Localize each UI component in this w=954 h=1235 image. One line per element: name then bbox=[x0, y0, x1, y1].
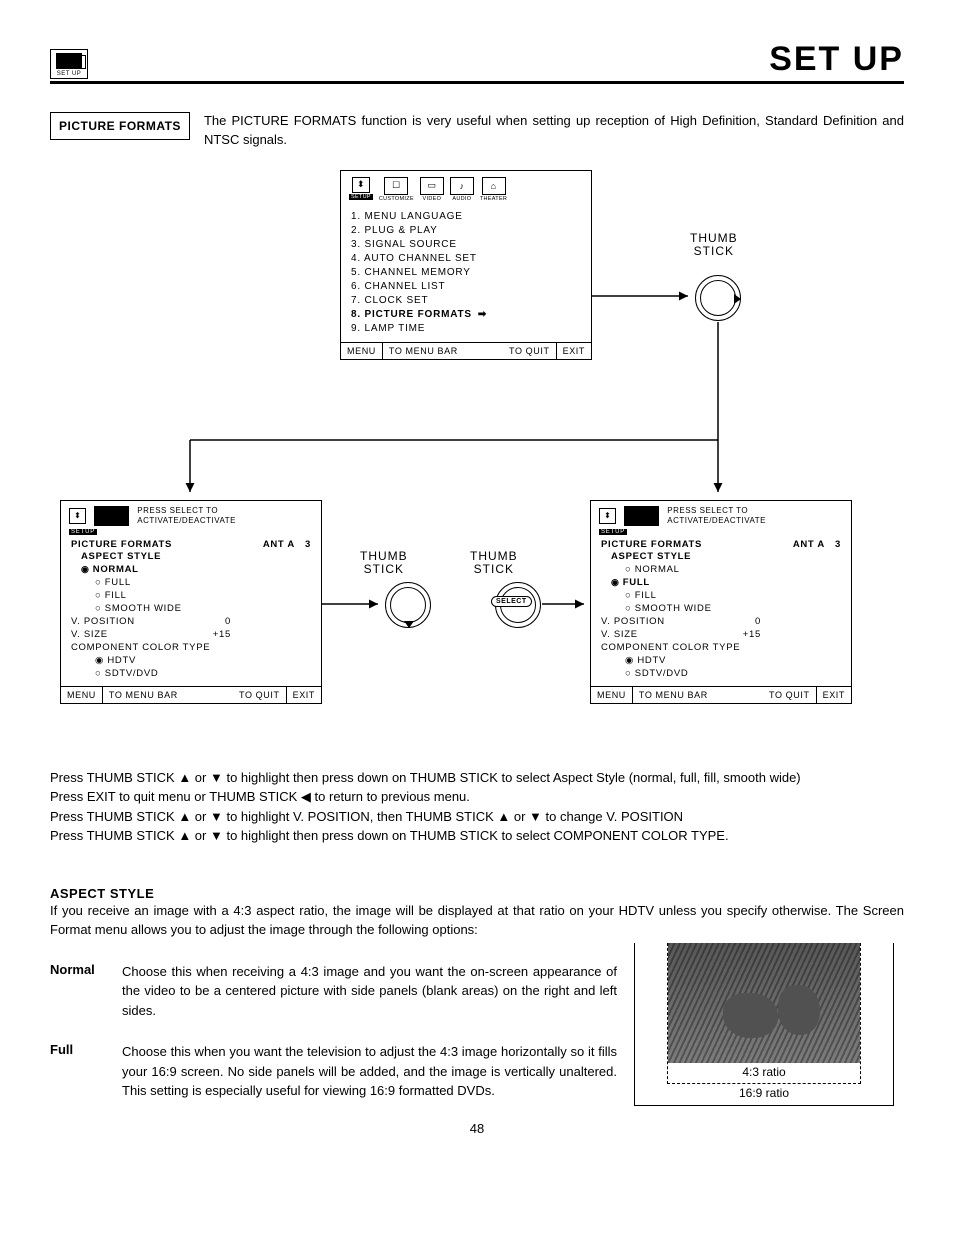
foot-quit: TO QUIT bbox=[233, 687, 286, 703]
vsize-value: +15 bbox=[181, 629, 231, 640]
icon-setup: ⬍SETUP bbox=[349, 177, 373, 202]
color-hdtv: HDTV bbox=[601, 654, 841, 667]
aspect-heading: ASPECT STYLE bbox=[50, 886, 904, 901]
sub-hint: PRESS SELECT TO ACTIVATE/DEACTIVATE bbox=[667, 506, 843, 525]
icon-theater: ⌂THEATER bbox=[480, 177, 507, 202]
vpos-value: 0 bbox=[711, 616, 761, 627]
opt-smooth: SMOOTH WIDE bbox=[71, 602, 311, 615]
menu-item: 5. CHANNEL MEMORY bbox=[351, 266, 581, 280]
opt-full: FULL bbox=[71, 576, 311, 589]
ratio-image bbox=[668, 943, 860, 1063]
def-term-full: Full bbox=[50, 1042, 110, 1057]
ratio-4-3-label: 4:3 ratio bbox=[668, 1063, 860, 1081]
color-hdtv: HDTV bbox=[71, 654, 311, 667]
instruction-line: Press THUMB STICK ▲ or ▼ to highlight th… bbox=[50, 768, 904, 788]
foot-menubar: TO MENU BAR bbox=[632, 687, 714, 703]
foot-quit: TO QUIT bbox=[763, 687, 816, 703]
main-menu: ⬍SETUP ☐CUSTOMIZE ▭VIDEO ♪AUDIO ⌂THEATER… bbox=[340, 170, 592, 360]
vpos-value: 0 bbox=[181, 616, 231, 627]
menu-item: 7. CLOCK SET bbox=[351, 294, 581, 308]
aspect-style-label: ASPECT STYLE bbox=[601, 550, 841, 563]
menu-item: 3. SIGNAL SOURCE bbox=[351, 238, 581, 252]
opt-smooth: SMOOTH WIDE bbox=[601, 602, 841, 615]
opt-fill: FILL bbox=[71, 589, 311, 602]
foot-menubar: TO MENU BAR bbox=[382, 343, 464, 359]
sub-hint: PRESS SELECT TO ACTIVATE/DEACTIVATE bbox=[137, 506, 313, 525]
setup-icon-label: SET UP bbox=[57, 71, 82, 77]
ratio-16-9-label: 16:9 ratio bbox=[635, 1084, 893, 1102]
color-type-label: COMPONENT COLOR TYPE bbox=[71, 641, 311, 654]
vsize-label: V. SIZE bbox=[71, 629, 181, 640]
color-type-label: COMPONENT COLOR TYPE bbox=[601, 641, 841, 654]
tv-icon bbox=[624, 506, 659, 526]
setup-icon: SET UP bbox=[50, 49, 88, 79]
def-desc-full: Choose this when you want the television… bbox=[122, 1042, 617, 1101]
aspect-style-label: ASPECT STYLE bbox=[71, 550, 311, 563]
def-term-normal: Normal bbox=[50, 962, 110, 977]
tv-icon bbox=[94, 506, 129, 526]
ratio-figure: 4:3 ratio 16:9 ratio bbox=[634, 943, 894, 1106]
foot-quit: TO QUIT bbox=[503, 343, 556, 359]
color-sdtv: SDTV/DVD bbox=[601, 667, 841, 680]
main-menu-foot: MENU TO MENU BAR TO QUIT EXIT bbox=[341, 342, 591, 359]
menu-item-selected: 8. PICTURE FORMATS➡ bbox=[351, 308, 581, 322]
arrow-right-icon: ➡ bbox=[478, 309, 487, 320]
icon-video: ▭VIDEO bbox=[420, 177, 444, 202]
setup-pill: SETUP bbox=[599, 529, 627, 535]
instruction-line: Press THUMB STICK ▲ or ▼ to highlight V.… bbox=[50, 807, 904, 827]
sub-menu-a: ⬍ PRESS SELECT TO ACTIVATE/DEACTIVATE SE… bbox=[60, 500, 322, 704]
foot-exit: EXIT bbox=[816, 687, 851, 703]
instruction-line: Press EXIT to quit menu or THUMB STICK ◀… bbox=[50, 787, 904, 807]
vsize-value: +15 bbox=[711, 629, 761, 640]
icon-audio: ♪AUDIO bbox=[450, 177, 474, 202]
thumb-label: THUMBSTICK bbox=[470, 550, 518, 576]
setup-pill: SETUP bbox=[69, 529, 97, 535]
menu-item: 9. LAMP TIME bbox=[351, 322, 581, 336]
foot-exit: EXIT bbox=[556, 343, 591, 359]
foot-menubar: TO MENU BAR bbox=[102, 687, 184, 703]
foot-spacer bbox=[464, 343, 503, 359]
foot-menu: MENU bbox=[591, 687, 632, 703]
opt-full: FULL bbox=[601, 576, 841, 589]
thumbstick-icon bbox=[385, 582, 431, 628]
menu-item: 6. CHANNEL LIST bbox=[351, 280, 581, 294]
thumb-label: THUMBSTICK bbox=[690, 232, 738, 258]
sub-menu-b: ⬍ PRESS SELECT TO ACTIVATE/DEACTIVATE SE… bbox=[590, 500, 852, 704]
foot-menu: MENU bbox=[61, 687, 102, 703]
thumbstick-icon bbox=[695, 275, 741, 321]
menu-item: 4. AUTO CHANNEL SET bbox=[351, 252, 581, 266]
page-number: 48 bbox=[50, 1121, 904, 1136]
instruction-line: Press THUMB STICK ▲ or ▼ to highlight th… bbox=[50, 826, 904, 846]
sub-title: PICTURE FORMATS bbox=[71, 539, 172, 550]
aspect-intro: If you receive an image with a 4:3 aspec… bbox=[50, 901, 904, 940]
main-menu-icons: ⬍SETUP ☐CUSTOMIZE ▭VIDEO ♪AUDIO ⌂THEATER bbox=[341, 171, 591, 206]
diagram: ⬍SETUP ☐CUSTOMIZE ▭VIDEO ♪AUDIO ⌂THEATER… bbox=[50, 170, 904, 750]
foot-menu: MENU bbox=[341, 343, 382, 359]
vpos-label: V. POSITION bbox=[601, 616, 711, 627]
vpos-label: V. POSITION bbox=[71, 616, 181, 627]
page-title: SET UP bbox=[769, 40, 904, 79]
menu-item: 1. MENU LANGUAGE bbox=[351, 210, 581, 224]
foot-exit: EXIT bbox=[286, 687, 321, 703]
menu-item: 2. PLUG & PLAY bbox=[351, 224, 581, 238]
sub-title: PICTURE FORMATS bbox=[601, 539, 702, 550]
icon-customize: ☐CUSTOMIZE bbox=[379, 177, 414, 202]
nav-icon: ⬍ bbox=[69, 508, 86, 524]
opt-normal: NORMAL bbox=[71, 563, 311, 576]
main-menu-body: 1. MENU LANGUAGE 2. PLUG & PLAY 3. SIGNA… bbox=[341, 206, 591, 342]
opt-fill: FILL bbox=[601, 589, 841, 602]
instructions: Press THUMB STICK ▲ or ▼ to highlight th… bbox=[50, 768, 904, 846]
thumb-label: THUMBSTICK bbox=[360, 550, 408, 576]
intro-text: The PICTURE FORMATS function is very use… bbox=[204, 112, 904, 150]
def-desc-normal: Choose this when receiving a 4:3 image a… bbox=[122, 962, 617, 1021]
vsize-label: V. SIZE bbox=[601, 629, 711, 640]
select-badge: SELECT bbox=[491, 596, 532, 607]
color-sdtv: SDTV/DVD bbox=[71, 667, 311, 680]
nav-icon: ⬍ bbox=[599, 508, 616, 524]
opt-normal: NORMAL bbox=[601, 563, 841, 576]
section-tag: PICTURE FORMATS bbox=[50, 112, 190, 140]
